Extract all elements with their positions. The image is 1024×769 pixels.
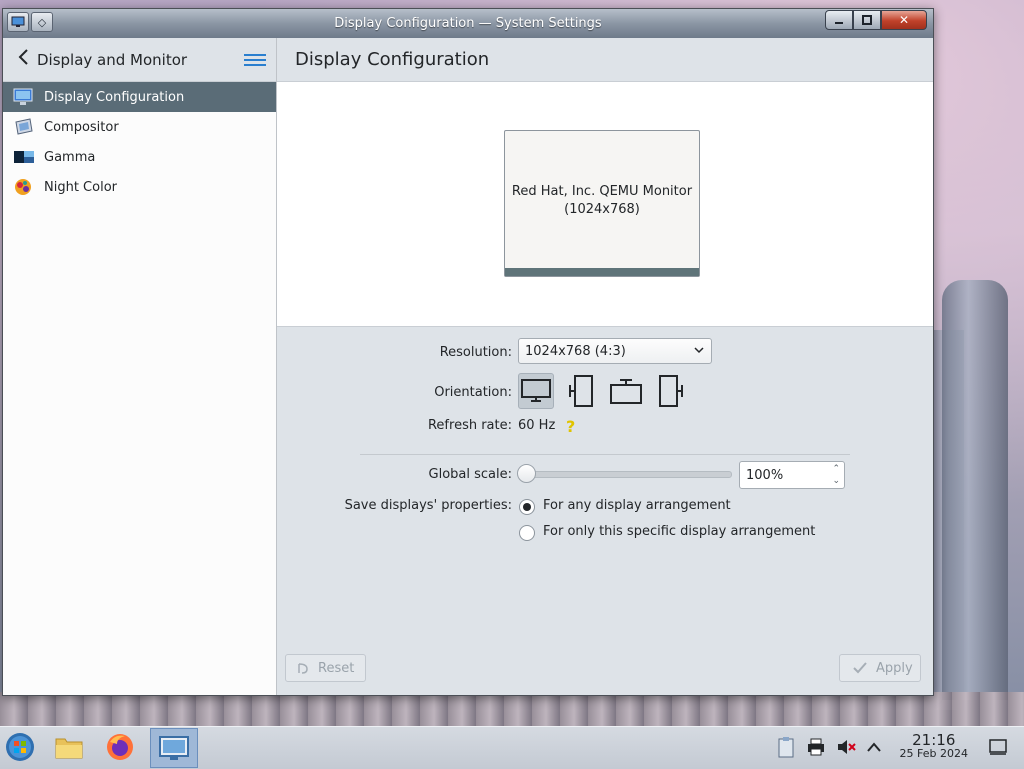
window-title: Display Configuration — System Settings <box>334 16 602 31</box>
folder-icon <box>55 738 83 759</box>
sidebar: Display and Monitor Display Configuratio… <box>3 38 277 695</box>
clipboard-tray-icon[interactable] <box>770 731 802 763</box>
resolution-select[interactable]: 1024x768 (4:3) <box>518 338 712 364</box>
reset-label: Reset <box>318 660 355 676</box>
reset-button[interactable]: Reset <box>285 654 366 682</box>
wallpaper-highway <box>0 692 1024 726</box>
sidebar-item-gamma[interactable]: Gamma <box>3 142 276 172</box>
sidebar-item-label: Display Configuration <box>44 89 185 105</box>
apply-button[interactable]: Apply <box>839 654 921 682</box>
radio-any-arrangement[interactable] <box>519 499 535 515</box>
radio-specific-arrangement-label[interactable]: For only this specific display arrangeme… <box>543 524 815 539</box>
monitor-name: Red Hat, Inc. QEMU Monitor <box>511 184 693 199</box>
spin-arrows-icon[interactable]: ⌃ ⌄ <box>832 463 840 487</box>
sidebar-item-label: Compositor <box>44 119 119 135</box>
apply-label: Apply <box>876 660 913 676</box>
printer-icon <box>808 738 824 756</box>
global-scale-value: 100% <box>746 467 784 483</box>
firefox-taskbar-button[interactable] <box>104 731 136 763</box>
landscape-monitor-icon <box>521 379 551 402</box>
wallpaper-tower <box>942 280 1008 700</box>
monitor-resolution: (1024x768) <box>564 202 640 217</box>
section-divider <box>360 454 850 455</box>
orientation-portrait-right-button[interactable] <box>653 373 689 409</box>
gamma-icon <box>14 151 34 163</box>
file-manager-taskbar-button[interactable] <box>53 731 85 763</box>
chevron-down-icon <box>694 347 704 354</box>
orientation-portrait-left-button[interactable] <box>563 373 599 409</box>
firefox-icon <box>107 734 133 760</box>
sidebar-header: Display and Monitor <box>3 38 276 82</box>
show-hidden-tray-button[interactable] <box>858 731 890 763</box>
help-hint-icon[interactable]: ? <box>566 417 575 436</box>
monitor-tile[interactable]: Red Hat, Inc. QEMU Monitor (1024x768) <box>504 130 700 277</box>
clipboard-icon <box>778 737 794 758</box>
sidebar-item-compositor[interactable]: Compositor <box>3 112 276 142</box>
global-scale-spinbox[interactable]: 100% ⌃ ⌄ <box>739 461 845 489</box>
system-settings-taskbar-button[interactable] <box>150 728 198 768</box>
show-desktop-button[interactable] <box>982 731 1014 763</box>
portrait-right-monitor-icon <box>659 375 683 407</box>
resolution-label: Resolution: <box>439 345 512 360</box>
minimize-button[interactable] <box>825 10 853 30</box>
compositor-icon <box>15 118 33 135</box>
orientation-label: Orientation: <box>434 385 512 400</box>
sidebar-item-label: Night Color <box>44 179 117 195</box>
resolution-value: 1024x768 (4:3) <box>525 343 626 359</box>
global-scale-slider-track[interactable] <box>526 471 732 478</box>
flipped-monitor-icon <box>610 379 642 404</box>
night-color-icon <box>15 179 31 195</box>
system-settings-icon <box>159 736 189 760</box>
back-button[interactable] <box>9 47 37 72</box>
display-arrangement-canvas[interactable]: Red Hat, Inc. QEMU Monitor (1024x768) <box>277 82 933 327</box>
start-menu-button[interactable] <box>4 731 36 763</box>
speaker-muted-icon <box>838 740 856 754</box>
sidebar-item-display-configuration[interactable]: Display Configuration <box>3 82 276 112</box>
main-panel: Display Configuration Red Hat, Inc. QEMU… <box>277 38 933 695</box>
chevron-up-icon <box>867 742 881 752</box>
maximize-button[interactable] <box>853 10 881 30</box>
radio-specific-arrangement[interactable] <box>519 525 535 541</box>
clock-date: 25 Feb 2024 <box>899 747 968 760</box>
orientation-flipped-button[interactable] <box>608 373 644 409</box>
printer-tray-icon[interactable] <box>800 731 832 763</box>
taskbar: 21:16 25 Feb 2024 <box>0 726 1024 769</box>
global-scale-slider-handle[interactable] <box>517 464 536 483</box>
close-icon: ✕ <box>898 13 910 27</box>
monitor-label: Red Hat, Inc. QEMU Monitor (1024x768) <box>505 183 699 219</box>
chevron-left-icon <box>18 49 28 65</box>
global-scale-label: Global scale: <box>428 467 512 482</box>
title-bar[interactable]: ◇ Display Configuration — System Setting… <box>3 9 933 38</box>
save-properties-label: Save displays' properties: <box>344 498 512 513</box>
page-title: Display Configuration <box>277 38 933 82</box>
clock[interactable]: 21:16 25 Feb 2024 <box>900 733 968 761</box>
sidebar-item-night-color[interactable]: Night Color <box>3 172 276 202</box>
reset-icon <box>298 663 308 674</box>
close-button[interactable]: ✕ <box>881 10 927 30</box>
clock-time: 21:16 <box>912 731 956 749</box>
hamburger-menu-icon[interactable] <box>244 53 266 66</box>
sidebar-item-label: Gamma <box>44 149 96 165</box>
maximize-icon <box>862 15 872 25</box>
monitor-primary-bar <box>505 268 699 276</box>
orientation-landscape-button[interactable] <box>518 373 554 409</box>
portrait-left-monitor-icon <box>569 375 593 407</box>
display-config-icon <box>13 88 33 105</box>
minimize-icon <box>835 22 843 24</box>
radio-any-arrangement-label[interactable]: For any display arrangement <box>543 498 731 513</box>
start-orb-icon <box>6 733 34 761</box>
refresh-rate-value: 60 Hz <box>518 418 556 433</box>
system-settings-window: ◇ Display Configuration — System Setting… <box>2 8 934 696</box>
check-icon <box>853 662 867 674</box>
show-desktop-icon <box>989 739 1007 755</box>
refresh-rate-label: Refresh rate: <box>427 418 512 433</box>
sidebar-title: Display and Monitor <box>37 50 188 69</box>
